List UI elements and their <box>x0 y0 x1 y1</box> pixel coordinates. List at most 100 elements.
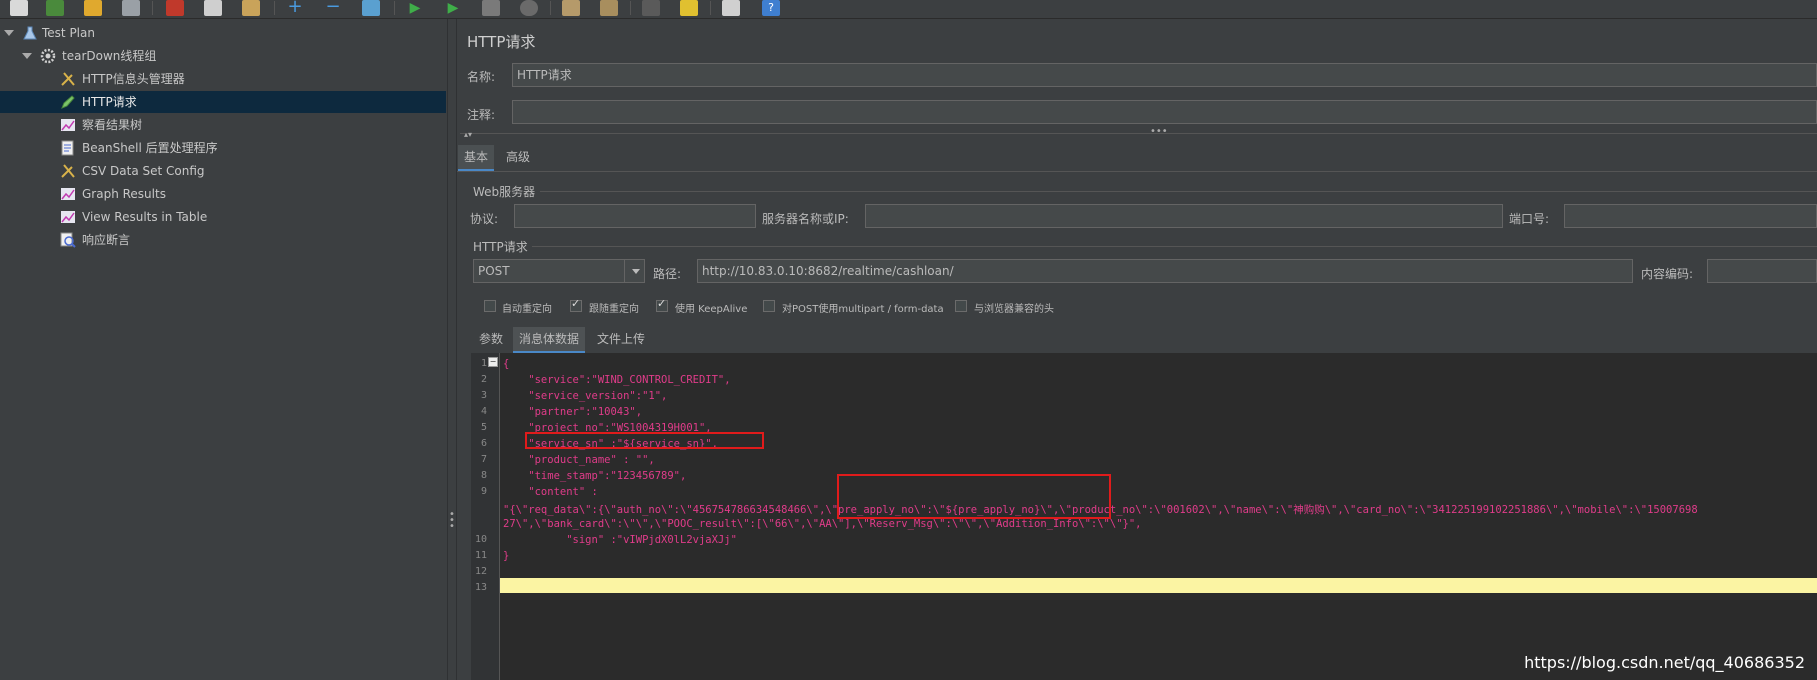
tree-item-label: Test Plan <box>42 26 95 40</box>
multipart-checkbox[interactable] <box>763 300 775 312</box>
line-number: 12 <box>474 566 487 577</box>
path-field[interactable]: http://10.83.0.10:8682/realtime/cashloan… <box>697 259 1633 283</box>
tab-basic[interactable]: 基本 <box>458 145 495 171</box>
port-field[interactable] <box>1564 204 1817 228</box>
tab-advanced[interactable]: 高级 <box>500 145 536 169</box>
script-icon <box>60 140 76 156</box>
line-number: 10 <box>474 534 487 545</box>
web-server-divider <box>540 191 1817 192</box>
clear-all-icon[interactable] <box>600 0 618 16</box>
follow-redirect-label: 跟随重定向 <box>589 304 639 315</box>
tree-item-response-assertion[interactable]: 响应断言 <box>0 229 446 251</box>
line-number: 13 <box>474 582 487 593</box>
graph-icon <box>60 209 76 225</box>
paste-icon[interactable] <box>242 0 260 16</box>
chevron-down-icon[interactable] <box>4 30 14 36</box>
name-field[interactable]: HTTP请求 <box>512 63 1817 87</box>
graph-icon <box>60 186 76 202</box>
code-line: } <box>503 550 510 562</box>
code-line: "service":"WIND_CONTROL_CREDIT", <box>503 374 731 386</box>
tab-file-upload[interactable]: 文件上传 <box>591 327 651 351</box>
web-server-group-title: Web服务器 <box>473 185 536 199</box>
tree-item-label: Graph Results <box>82 187 166 201</box>
function-helper-icon[interactable] <box>722 0 740 16</box>
tab-parameters[interactable]: 参数 <box>473 327 509 351</box>
line-number: 6 <box>480 438 487 449</box>
method-value: POST <box>478 264 510 278</box>
keepalive-checkbox[interactable] <box>656 297 668 312</box>
highlight-box-pre-apply-no <box>837 474 1111 519</box>
toggle-icon[interactable] <box>362 0 380 16</box>
protocol-field[interactable] <box>514 204 756 228</box>
highlight-box-service-sn <box>525 432 764 449</box>
graph-icon <box>60 117 76 133</box>
save-icon[interactable] <box>122 0 140 16</box>
copy-icon[interactable] <box>204 0 222 16</box>
fold-icon[interactable]: − <box>488 357 498 367</box>
encoding-field[interactable] <box>1707 259 1817 283</box>
tree-item-label: 察看结果树 <box>82 118 143 132</box>
expand-icon[interactable]: + <box>286 0 304 16</box>
watermark: https://blog.csdn.net/qq_40686352 <box>1524 653 1805 672</box>
body-data-editor[interactable]: − 1 2 3 4 5 6 7 8 9 10 11 12 13 { "service":"WIND_CO… <box>471 353 1817 680</box>
chevron-down-icon[interactable] <box>632 269 640 274</box>
start-icon[interactable]: ▶ <box>406 0 424 16</box>
tree-item-label: BeanShell 后置处理程序 <box>82 141 218 155</box>
tree-item-graph-results[interactable]: Graph Results <box>0 183 446 205</box>
tree-item-teardown-group[interactable]: tearDown线程组 <box>0 45 446 67</box>
tree-item-view-results-table[interactable]: View Results in Table <box>0 206 446 228</box>
tree-item-http-request[interactable]: HTTP请求 <box>0 91 446 113</box>
http-request-divider <box>532 246 1817 247</box>
magnifier-icon <box>60 232 76 248</box>
path-label: 路径: <box>653 267 682 281</box>
clear-icon[interactable] <box>562 0 580 16</box>
line-number: 3 <box>480 390 487 401</box>
tree-item-test-plan[interactable]: Test Plan <box>0 22 446 44</box>
tree-item-beanshell[interactable]: BeanShell 后置处理程序 <box>0 137 446 159</box>
splitter-handle-icon[interactable]: • • • <box>449 510 455 532</box>
start-no-pause-icon[interactable]: ▶ <box>444 0 462 16</box>
reset-search-icon[interactable] <box>680 0 698 16</box>
code-line: "sign" :"vIWPjdX0lL2vjaXJj" <box>503 534 737 546</box>
wrench-icon <box>60 163 76 179</box>
line-number: 7 <box>480 454 487 465</box>
panel-splitter[interactable] <box>447 19 457 680</box>
comment-label: 注释: <box>467 108 496 122</box>
port-label: 端口号: <box>1509 212 1550 226</box>
follow-redirect-checkbox[interactable] <box>570 297 582 312</box>
current-line-highlight <box>500 578 1817 593</box>
collapse-handle[interactable]: ▴▾ ••• <box>460 126 1817 140</box>
collapse-arrows-icon[interactable]: ▴▾ <box>464 130 472 139</box>
browser-headers-checkbox[interactable] <box>955 300 967 312</box>
test-plan-tree: Test Plan tearDown线程组 HTTP信息头管理器 HTTP请求 … <box>0 19 446 680</box>
tree-item-header-manager[interactable]: HTTP信息头管理器 <box>0 68 446 90</box>
name-label: 名称: <box>467 70 496 84</box>
page-title: HTTP请求 <box>467 33 536 51</box>
line-number: 5 <box>480 422 487 433</box>
tree-item-csv-config[interactable]: CSV Data Set Config <box>0 160 446 182</box>
stop-icon[interactable] <box>482 0 500 16</box>
encoding-label: 内容编码: <box>1641 267 1694 281</box>
comment-field[interactable] <box>512 100 1817 124</box>
line-number: 1 <box>480 358 487 369</box>
shutdown-icon[interactable] <box>520 0 538 16</box>
tree-item-label: HTTP请求 <box>82 95 137 109</box>
server-field[interactable] <box>865 204 1503 228</box>
new-icon[interactable] <box>10 0 28 16</box>
line-number: 4 <box>480 406 487 417</box>
flask-icon <box>22 25 38 41</box>
line-number: 9 <box>480 486 487 497</box>
search-icon[interactable] <box>642 0 660 16</box>
collapse-icon[interactable]: − <box>324 0 342 16</box>
open-icon[interactable] <box>84 0 102 16</box>
tab-body-data[interactable]: 消息体数据 <box>513 327 586 353</box>
templates-icon[interactable] <box>46 0 64 16</box>
cut-icon[interactable] <box>166 0 184 16</box>
auto-redirect-checkbox[interactable] <box>484 300 496 312</box>
gear-icon <box>40 48 56 64</box>
help-icon[interactable]: ? <box>762 0 780 16</box>
drag-handle-icon[interactable]: ••• <box>1150 126 1168 137</box>
tree-item-view-results-tree[interactable]: 察看结果树 <box>0 114 446 136</box>
method-select[interactable]: POST <box>473 259 645 283</box>
chevron-down-icon[interactable] <box>22 53 32 59</box>
